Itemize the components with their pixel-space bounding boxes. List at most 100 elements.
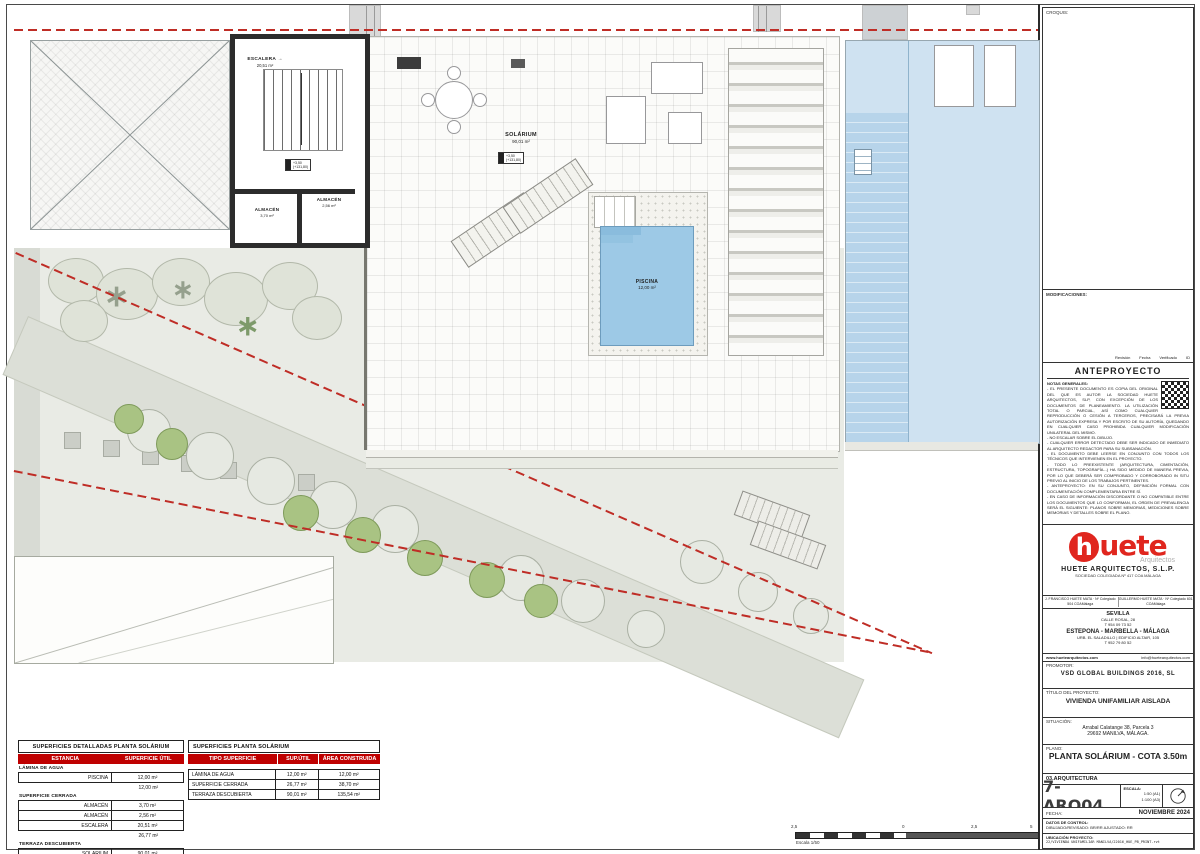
row-name: ALMACÉN [19,811,112,820]
level-marker: +3,50 (+131,80) [498,152,524,164]
palm-tree-icon: ∗ [236,312,259,340]
planter-box [511,59,525,68]
planter [64,432,81,449]
email-link[interactable]: info@huetearquitectos.com [1141,655,1190,660]
scalebar-segments [796,833,906,838]
pool-step [601,235,633,243]
tree-green [114,404,144,434]
plano-box: PLANO: PLANTA SOLÁRIUM - COTA 3.50m [1042,744,1194,774]
situacion-box: SITUACIÓN: Arrabal Calatange 38, Parcela… [1042,717,1194,745]
tree-green [156,428,188,460]
row-name: SOLARIUM [19,849,112,854]
group-label: SUPERFICIE CERRADA [19,794,184,799]
almacen1-area: 3,70 m² [243,213,291,218]
garden-path-edge [14,248,40,560]
revisions-columns: Revisión Fecha Verificado ID [1115,355,1190,360]
group-subtotal: 26,77 m² [18,831,184,840]
solarium-label: SOLÁRIUM 90,01 m² [486,132,556,145]
planter [103,440,120,457]
row-constr: 38,70 m² [318,780,379,789]
detail-table-title: SUPERFICIES DETALLADAS PLANTA SOLÁRIUM [18,740,184,753]
row-util: 90,01 m² [275,790,318,799]
sofa [651,62,703,94]
row-value: 90,01 m² [112,849,183,854]
solarium-area: 90,01 m² [486,139,556,145]
row-value: 2,56 m² [112,811,183,820]
situacion-label: SITUACIÓN: [1043,718,1193,725]
interior-wall [235,189,355,194]
planter [298,474,315,491]
huete-logo-icon: h [1069,532,1099,562]
pool-step [601,227,641,235]
terrace-step [366,458,838,469]
pool-divider-line [908,41,909,443]
row-util: 26,77 m² [275,780,318,789]
pool-lounger [934,45,974,107]
stair-treads [263,69,343,151]
pergola-slats [728,48,824,356]
drawing-sheet: ∗ ∗ ∗ ∗ ∗ [0,0,1200,854]
fecha-label: FECHA: [1046,811,1063,816]
qr-code [1161,381,1189,409]
level-marker: +3,50 (+131,80) [285,159,311,171]
lap-pool [845,40,1040,444]
dimension-tick [366,6,367,36]
detail-surface-table: SUPERFICIES DETALLADAS PLANTA SOLÁRIUM E… [18,740,184,854]
title-block: CROQUIS: MODIFICACIONES: Revisión Fecha … [1042,8,1194,849]
office-tel-2: T 952 79 80 52 [1043,640,1193,645]
north-arrow-cell [1162,785,1193,807]
escalera-label: ESCALERA → 20,51 m² [237,57,293,68]
row-name: ALMACÉN [19,801,112,810]
pool-ladder-icon [854,149,872,175]
piscina-pool: PISCINA 12,00 m² [600,226,694,346]
group-label: LÁMINA DE AGUA [19,766,184,771]
escala-cell: ESCALA: 1:50 (A1) 1:100 (A3) [1120,785,1162,807]
row-name: SUPERFICIE CERRADA [189,780,275,789]
almacen1-label: ALMACÉN 3,70 m² [243,207,291,218]
rev-col: Fecha [1139,355,1150,360]
promotor-name: VSD GLOBAL BUILDINGS 2016, SL [1043,671,1193,677]
scalebar-caption: Escala 1/50 [796,840,820,845]
terrace-step [366,450,838,458]
sheet-number: 7-ARQ04 [1043,785,1120,807]
escalera-area: 20,51 m² [237,63,293,68]
almacen2-label: ALMACÉN 2,56 m² [307,197,351,208]
solarium-name: SOLÁRIUM [486,132,556,139]
table-row: TERRAZA DESCUBIERTA 90,01 m² 135,54 m² [189,790,379,799]
col-tipo: TIPO SUPERFICIE [188,754,277,764]
rev-col: ID [1186,355,1190,360]
project-title: VIVIENDA UNIFAMILIAR AISLADA [1043,698,1193,705]
level-abs: (+131,80) [506,158,521,162]
situacion-line2: 29692 MANILVA, MÁLAGA. [1043,731,1193,737]
table-row: SUPERFICIE CERRADA 26,77 m² 38,70 m² [189,780,379,790]
tree [627,610,665,648]
rev-col: Revisión [1115,355,1130,360]
tree-green [524,584,558,618]
summary-table-header: TIPO SUPERFICIE SUP.ÚTIL ÁREA CONSTRUIDA [188,754,380,764]
hipped-roof [30,40,230,230]
col-util: SUP.ÚTIL [277,754,318,764]
row-constr: 135,54 m² [318,790,379,799]
row-name: LÁMINA DE AGUA [189,770,275,779]
croquis-box: CROQUIS: [1042,7,1194,290]
fecha-value: NOVIEMBRE 2024 [1139,810,1190,816]
row-value: 12,00 m² [112,773,183,782]
sofa [606,96,646,144]
website-link[interactable]: www.huetearquitectos.com [1046,655,1098,660]
pool-steps-outside [594,196,636,228]
tree [186,432,234,480]
row-name: ESCALERA [19,821,112,830]
sheet-number-row: 7-ARQ04 ESCALA: 1:50 (A1) 1:100 (A3) [1042,784,1194,808]
scalebar-tick-label: 0 [902,824,905,829]
project-title-label: TÍTULO DEL PROYECTO: [1043,689,1193,696]
plano-title: PLANTA SOLÁRIUM - COTA 3.50m [1043,752,1193,761]
ubicacion-value: 22/VIVIENDA UNIFAMILIAR MANILVA/22016_HU… [1046,840,1190,845]
office-tel-1: T 954 09 73 52 [1043,622,1193,627]
revisions-box: MODIFICACIONES: Revisión Fecha Verificad… [1042,289,1194,363]
logo-box: huete Arquitectos HUETE ARQUITECTOS, S.L… [1042,524,1194,596]
coffee-table [668,112,702,144]
architect-right: GUILLERMO HUETE MATA · Nº Colegiado 601 … [1118,597,1194,606]
col-superficie-util: SUPERFICIE ÚTIL [113,754,184,764]
scalebar-tick-label: 5 [1030,824,1033,829]
building-roof-lines [15,557,333,663]
